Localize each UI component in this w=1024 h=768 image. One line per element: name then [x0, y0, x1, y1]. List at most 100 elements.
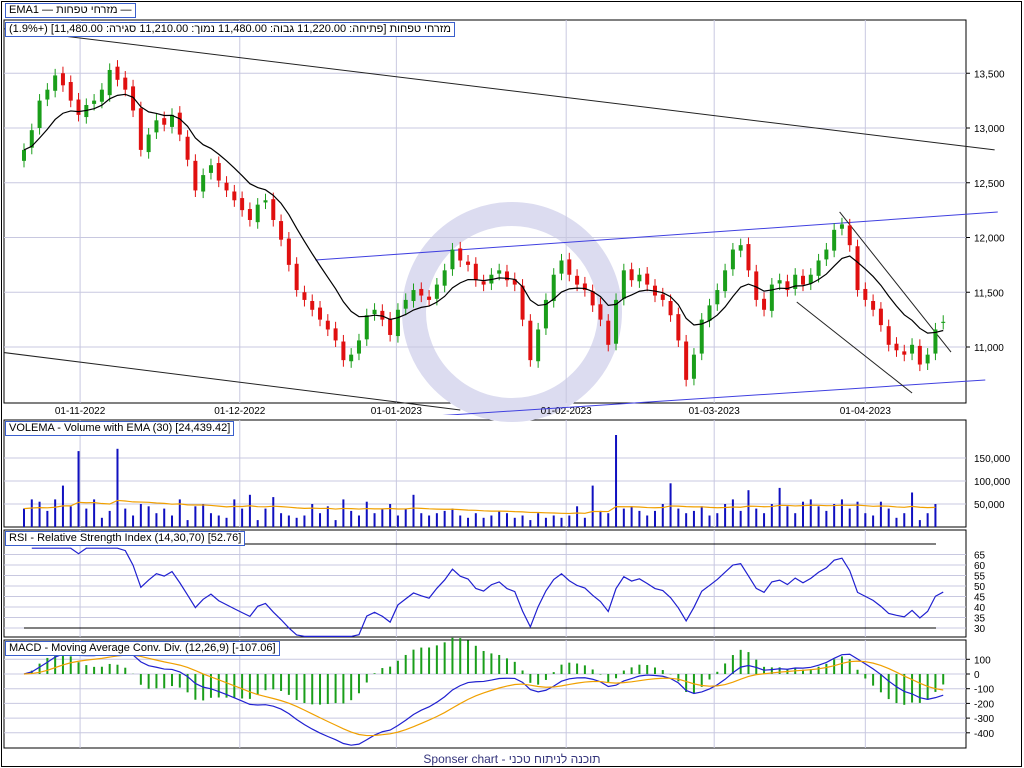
macd-histogram-bar [326, 674, 329, 705]
volume-bar [303, 515, 306, 527]
volume-bar [560, 517, 563, 527]
volume-bar [147, 506, 150, 527]
candle-body [910, 344, 915, 354]
candle-body [442, 270, 447, 286]
macd-panel-border [3, 639, 967, 749]
macd-histogram-bar [435, 645, 438, 674]
candle-body [356, 340, 361, 354]
footer-sponsor-link[interactable]: Sponser chart - תוכנה לניתוח טכני [0, 752, 1024, 766]
volume-bar [194, 506, 197, 527]
candle-body [559, 260, 564, 274]
candle-body [902, 351, 907, 355]
volume-bar [513, 517, 516, 527]
macd-histogram-bar [552, 672, 555, 674]
macd-histogram-bar [895, 674, 898, 704]
candle-body [863, 288, 868, 300]
macd-histogram-bar [513, 661, 516, 674]
volume-bar [739, 510, 742, 527]
volume-bar [467, 517, 470, 527]
volume-bar [139, 504, 142, 527]
macd-histogram-bar [116, 664, 119, 674]
macd-histogram-bar [108, 663, 111, 674]
volume-bar [700, 506, 703, 527]
macd-histogram-bar [505, 658, 508, 674]
macd-panel-title: MACD - Moving Average Conv. Div. (12,26,… [5, 641, 280, 656]
date-tick-label: 01-12-2022 [214, 406, 266, 417]
candle-body [754, 271, 759, 300]
volume-bar [529, 520, 532, 527]
candle-body [364, 315, 369, 340]
volume-bar [287, 515, 290, 527]
candle-body [240, 198, 245, 211]
macd-histogram-bar [607, 674, 610, 682]
candle-body [528, 320, 533, 361]
candle-body [536, 329, 541, 362]
macd-histogram-bar [467, 640, 470, 674]
candle-body [466, 261, 471, 265]
volume-bar [319, 513, 322, 527]
macd-histogram-bar [311, 674, 314, 705]
candle-body [497, 270, 502, 274]
candle-body [302, 292, 307, 300]
macd-histogram-bar [747, 652, 750, 674]
candle-body [427, 296, 432, 300]
volume-bar [295, 517, 298, 527]
candle-body [668, 301, 673, 316]
macd-histogram-bar [521, 670, 524, 674]
macd-histogram-bar [739, 649, 742, 674]
volume-tick-label: 100,000 [974, 477, 1011, 488]
volume-bar [552, 515, 555, 527]
candle-body [247, 209, 252, 220]
volume-bar [591, 485, 594, 527]
date-tick-label: 01-01-2023 [371, 406, 423, 417]
macd-histogram-bar [622, 670, 625, 674]
volume-bar [872, 515, 875, 527]
volume-bar [428, 515, 431, 527]
volume-tick-label: 50,000 [974, 500, 1005, 511]
macd-histogram-bar [560, 664, 563, 674]
candle-body [419, 288, 424, 296]
candle-body [395, 309, 400, 337]
rsi-panel-border [3, 529, 967, 638]
macd-histogram-bar [420, 647, 423, 674]
macd-histogram-bar [716, 671, 719, 674]
volume-bar [521, 515, 524, 527]
macd-tick-label: -100 [974, 685, 994, 696]
volume-bar [311, 504, 314, 527]
candle-body [598, 304, 603, 320]
volume-bar [38, 501, 41, 527]
macd-histogram-bar [139, 674, 142, 685]
macd-histogram-bar [911, 674, 914, 703]
volume-bar [404, 508, 407, 527]
volume-bar [630, 506, 633, 527]
volume-bar [490, 515, 493, 527]
volume-bar [163, 508, 166, 527]
macd-histogram-bar [872, 674, 875, 686]
volume-bar [116, 448, 119, 527]
macd-histogram-bar [256, 674, 259, 695]
macd-histogram-bar [178, 674, 181, 688]
volume-bar [607, 513, 610, 527]
candle-body [450, 249, 455, 270]
macd-histogram-bar [295, 674, 298, 701]
macd-histogram-bar [54, 652, 57, 674]
candle-body [847, 225, 852, 246]
candle-body [520, 285, 525, 320]
volume-bar [926, 513, 929, 527]
candle-body [645, 273, 650, 285]
volume-bar [209, 513, 212, 527]
volume-bar [272, 497, 275, 527]
candle-body [333, 328, 338, 341]
volume-bar [770, 504, 773, 527]
candle-body [138, 108, 143, 150]
macd-histogram-bar [576, 663, 579, 674]
volume-bar [435, 513, 438, 527]
candle-body [318, 307, 323, 320]
volume-bar [911, 492, 914, 527]
macd-histogram-bar [428, 647, 431, 674]
macd-histogram-bar [646, 665, 649, 674]
macd-tick-label: 100 [974, 655, 991, 666]
volume-bar [840, 499, 843, 527]
macd-histogram-bar [708, 674, 711, 680]
volume-bar [412, 494, 415, 527]
